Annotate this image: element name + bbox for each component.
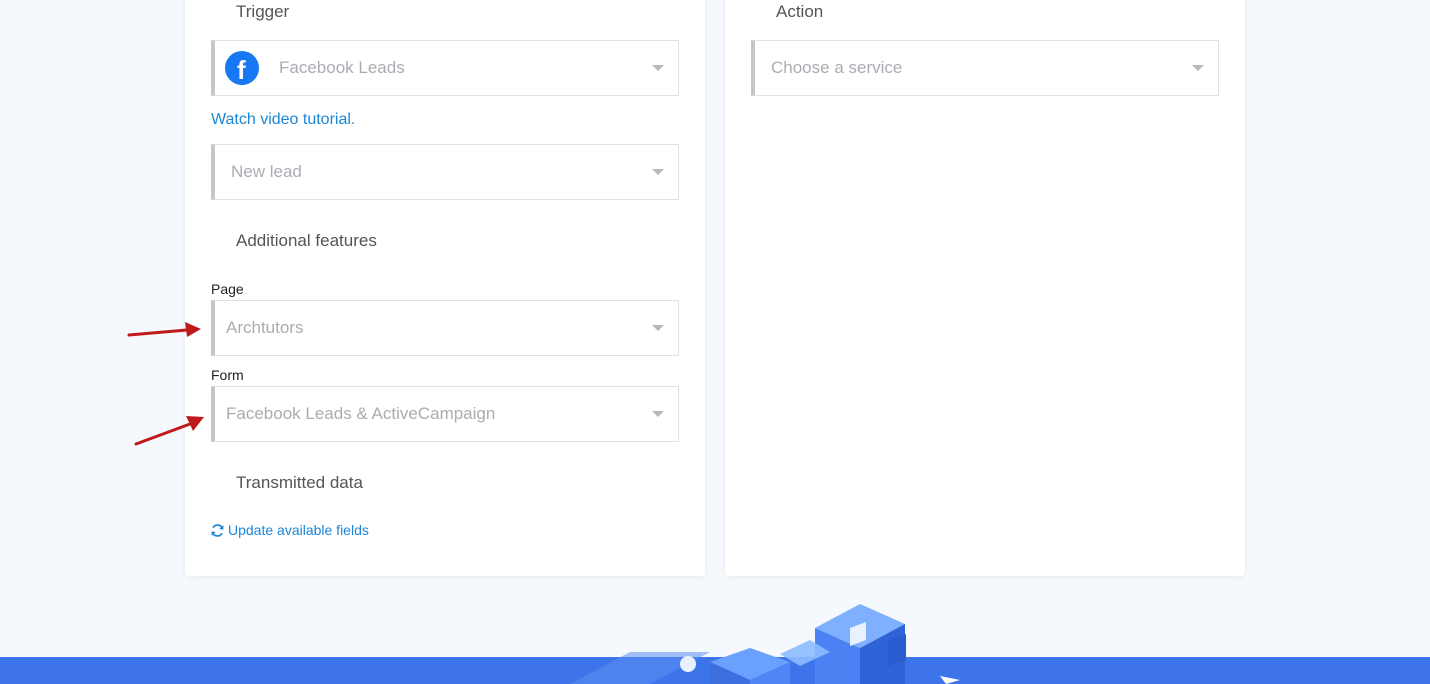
- trigger-card: Trigger f Facebook Leads Watch video tut…: [185, 0, 705, 576]
- chevron-down-icon: [652, 325, 664, 331]
- action-card: Action Choose a service: [725, 0, 1245, 576]
- annotation-arrow-page: [127, 322, 201, 337]
- form-select[interactable]: Facebook Leads & ActiveCampaign: [211, 386, 679, 442]
- refresh-icon: [211, 523, 224, 537]
- chevron-down-icon: [652, 411, 664, 417]
- chevron-down-icon: [1192, 65, 1204, 71]
- trigger-service-value: Facebook Leads: [279, 58, 405, 77]
- additional-features-title: Additional features: [236, 231, 377, 250]
- trigger-service-select[interactable]: f Facebook Leads: [211, 40, 679, 96]
- facebook-icon: f: [225, 51, 259, 85]
- page-select-value: Archtutors: [226, 318, 304, 337]
- trigger-title: Trigger: [236, 2, 290, 21]
- chevron-down-icon: [652, 65, 664, 71]
- action-title: Action: [776, 2, 824, 21]
- decorative-cubes-illustration: [570, 604, 960, 684]
- trigger-event-select[interactable]: New lead: [211, 144, 679, 200]
- action-service-placeholder: Choose a service: [771, 58, 903, 77]
- page-field-label: Page: [211, 281, 244, 297]
- action-service-select[interactable]: Choose a service: [751, 40, 1219, 96]
- trigger-event-value: New lead: [231, 162, 302, 181]
- annotation-arrow-form: [134, 416, 204, 446]
- form-select-value: Facebook Leads & ActiveCampaign: [226, 404, 496, 423]
- update-available-fields-link[interactable]: Update available fields: [210, 522, 369, 538]
- page-select[interactable]: Archtutors: [211, 300, 679, 356]
- chevron-down-icon: [652, 169, 664, 175]
- transmitted-data-title: Transmitted data: [236, 473, 363, 492]
- form-field-label: Form: [211, 367, 244, 383]
- watch-video-tutorial-link[interactable]: Watch video tutorial.: [211, 111, 355, 129]
- update-available-fields-label: Update available fields: [228, 522, 369, 538]
